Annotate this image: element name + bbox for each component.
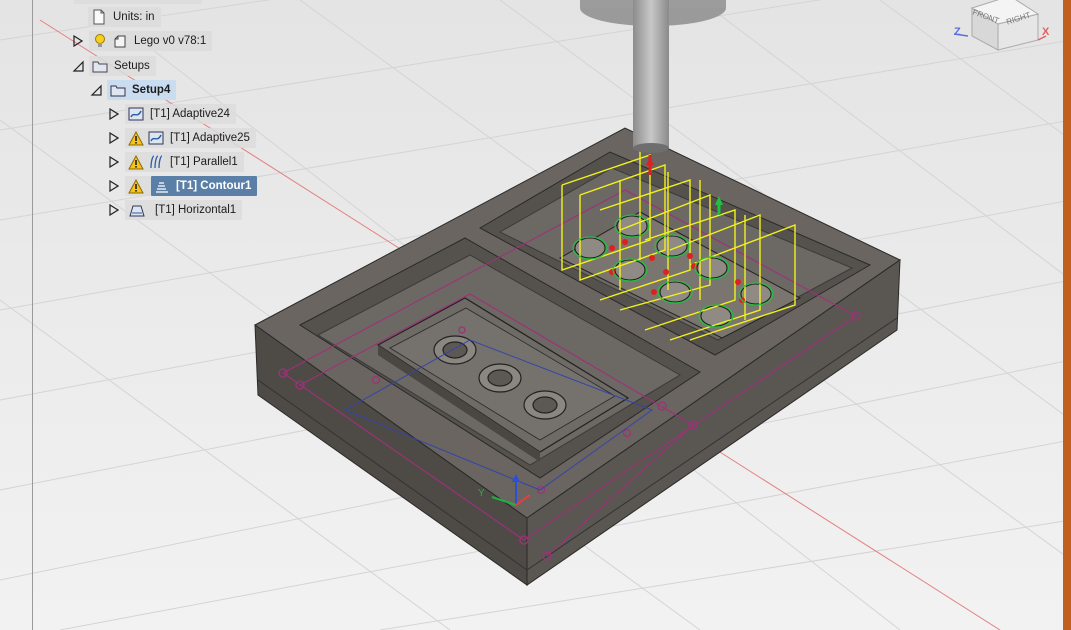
- expand-arrow-icon[interactable]: [71, 34, 85, 48]
- tree-node-top-partial: [74, 0, 202, 4]
- adaptive-clearing-icon: [128, 107, 144, 121]
- tree-row-component[interactable]: Lego v0 v78:1: [71, 31, 213, 51]
- tree-row-setup4[interactable]: Setup4: [89, 80, 177, 100]
- tree-row-operation[interactable]: [T1] Adaptive24: [107, 104, 236, 124]
- viewcube-x-axis-label: X: [1042, 26, 1050, 38]
- expand-arrow-icon[interactable]: [107, 155, 121, 169]
- tree-label-operation: [T1] Horizontal1: [155, 204, 237, 216]
- tree-node-setups[interactable]: Setups: [89, 56, 156, 76]
- triad-y-label: Y: [478, 488, 485, 499]
- warning-icon: [128, 178, 144, 193]
- collapse-arrow-icon[interactable]: [71, 59, 85, 73]
- tree-label-operation: [T1] Adaptive24: [150, 108, 230, 120]
- tree-node-component[interactable]: Lego v0 v78:1: [89, 31, 213, 51]
- tree-row-setups[interactable]: Setups: [71, 56, 156, 76]
- component-icon: [114, 35, 126, 48]
- tree-row-operation[interactable]: [T1] Adaptive25: [107, 128, 256, 148]
- expand-arrow-icon[interactable]: [107, 179, 121, 193]
- expand-arrow-icon[interactable]: [107, 107, 121, 121]
- tree-node-adaptive25[interactable]: [T1] Adaptive25: [125, 128, 256, 148]
- lightbulb-icon[interactable]: [92, 33, 108, 49]
- tree-label-setups: Setups: [114, 60, 150, 72]
- tree-label-setup4: Setup4: [132, 84, 171, 96]
- browser-divider: [32, 0, 33, 630]
- warning-icon: [128, 154, 144, 169]
- expand-arrow-icon[interactable]: [107, 131, 121, 145]
- warning-icon: [128, 130, 144, 145]
- tree-label-component: Lego v0 v78:1: [134, 35, 207, 47]
- tree-node-horizontal1[interactable]: [T1] Horizontal1: [125, 200, 243, 220]
- tree-node-parallel1[interactable]: [T1] Parallel1: [125, 152, 244, 172]
- tree-node-warning-wrap: [125, 176, 151, 196]
- tree-label-operation: [T1] Contour1: [176, 180, 252, 192]
- tree-node-units[interactable]: Units: in: [88, 7, 161, 27]
- viewcube[interactable]: FRONT RIGHT Z X: [950, 0, 1071, 60]
- setup-icon: [110, 85, 126, 97]
- tree-row-operation[interactable]: [T1] Contour1: [107, 176, 258, 196]
- horizontal-icon: [129, 205, 145, 217]
- tree-row-units[interactable]: Units: in: [88, 7, 161, 27]
- tree-label-units: Units: in: [113, 11, 155, 23]
- tree-row-operation[interactable]: [T1] Horizontal1: [107, 200, 243, 220]
- tree-label-operation: [T1] Adaptive25: [170, 132, 250, 144]
- side-panel-edge: [1063, 0, 1071, 630]
- document-icon: [93, 9, 105, 25]
- tree-label-operation: [T1] Parallel1: [170, 156, 238, 168]
- collapse-arrow-icon[interactable]: [89, 83, 103, 97]
- tree-node-adaptive24[interactable]: [T1] Adaptive24: [125, 104, 236, 124]
- parallel-icon: [150, 155, 163, 169]
- viewcube-z-axis-label: Z: [954, 26, 961, 38]
- tree-node-contour1[interactable]: [T1] Contour1: [151, 176, 258, 196]
- adaptive-clearing-icon: [148, 131, 164, 145]
- tree-row-operation[interactable]: [T1] Parallel1: [107, 152, 244, 172]
- tree-node-setup4[interactable]: Setup4: [107, 80, 177, 100]
- folder-icon: [92, 61, 108, 73]
- contour-icon: [156, 182, 168, 193]
- expand-arrow-icon[interactable]: [107, 203, 121, 217]
